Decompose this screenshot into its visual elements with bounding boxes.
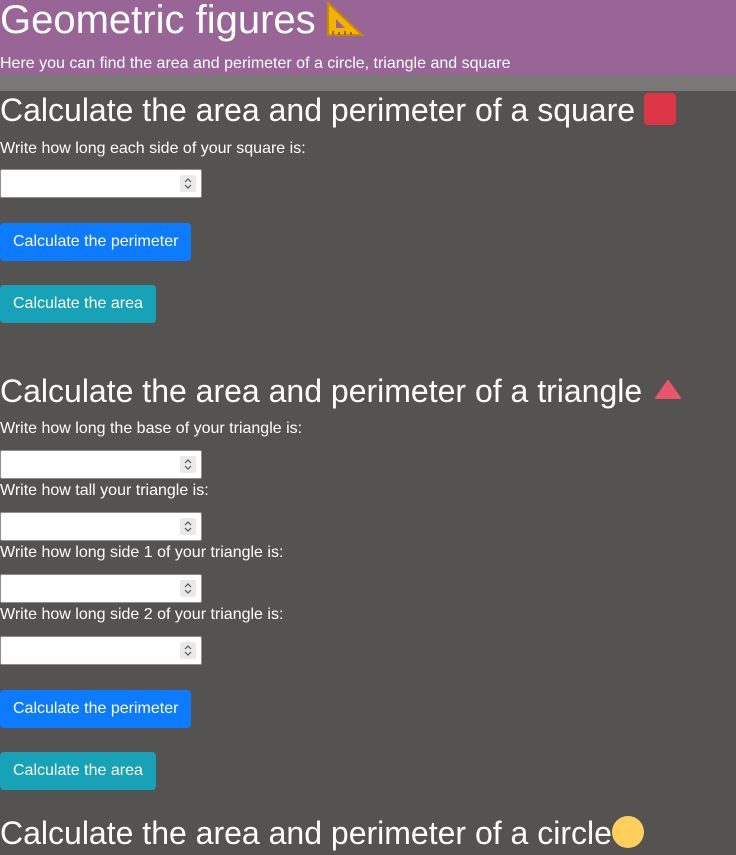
triangle-base-label: Write how long the base of your triangle… [0, 420, 303, 437]
triangle-base-input[interactable] [0, 450, 202, 479]
square-side-input[interactable] [0, 169, 202, 198]
square-area-button[interactable]: Calculate the area [0, 285, 156, 323]
square-perimeter-button[interactable]: Calculate the perimeter [0, 223, 192, 261]
triangle-area-button[interactable]: Calculate the area [0, 752, 156, 790]
square-title-text: Calculate the area and perimeter of a sq… [0, 92, 636, 128]
triangle-base-spinner[interactable] [180, 456, 196, 473]
square-side-label: Write how long each side of your square … [0, 140, 306, 157]
triangle-side1-label: Write how long side 1 of your triangle i… [0, 544, 284, 561]
triangle-side1-input[interactable] [0, 574, 202, 603]
square-side-spinner[interactable] [180, 175, 196, 192]
page-subtitle: Here you can find the area and perimeter… [0, 55, 511, 72]
triangle-icon [654, 380, 682, 405]
triangle-side2-input[interactable] [0, 636, 202, 665]
triangle-height-spinner[interactable] [180, 518, 196, 535]
triangle-title-text: Calculate the area and perimeter of a tr… [0, 373, 643, 409]
triangle-height-input[interactable] [0, 512, 202, 541]
triangle-section-title: Calculate the area and perimeter of a tr… [0, 372, 642, 410]
page-header: Geometric figures Here you can find the … [0, 0, 736, 75]
triangle-side1-spinner[interactable] [180, 580, 196, 597]
header-divider [0, 75, 736, 91]
circle-icon [612, 816, 644, 848]
triangle-side2-label: Write how long side 2 of your triangle i… [0, 606, 284, 623]
triangle-perimeter-button[interactable]: Calculate the perimeter [0, 690, 192, 728]
circle-title-text: Calculate the area and perimeter of a ci… [0, 815, 612, 851]
triangle-side2-spinner[interactable] [180, 642, 196, 659]
triangle-height-label: Write how tall your triangle is: [0, 482, 209, 499]
page-title-text: Geometric figures [0, 0, 316, 42]
square-section-title: Calculate the area and perimeter of a sq… [0, 91, 635, 129]
triangular-ruler-icon [324, 0, 368, 51]
circle-section-title: Calculate the area and perimeter of a ci… [0, 814, 612, 852]
square-icon [644, 93, 676, 125]
page-title: Geometric figures [0, 0, 368, 51]
